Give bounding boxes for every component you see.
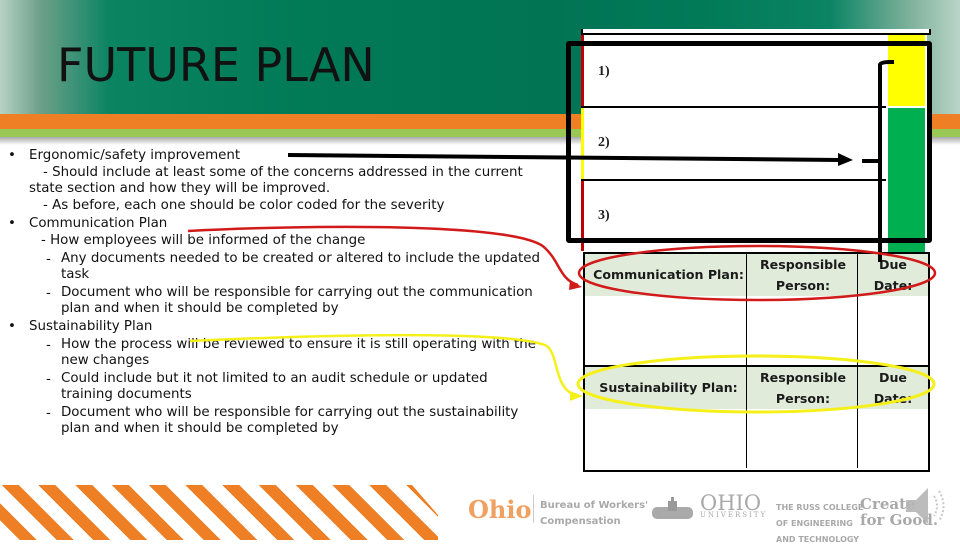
sub-item-line: How the process will be reviewed to ensu…	[61, 337, 536, 352]
sustainability-plan-header: Sustainability Plan:	[599, 380, 738, 395]
header-line: Person:	[775, 278, 831, 293]
sub-item-dash: -	[46, 406, 51, 421]
sub-item: - How the process will be reviewed to en…	[8, 337, 568, 369]
header-line: Date:	[873, 278, 913, 293]
ohio-university-logo: OHIO UNIVERSITY	[700, 491, 768, 520]
sub-item: - Should include at least some of the co…	[8, 165, 568, 197]
sub-item-line: - Should include at least some of the co…	[43, 165, 523, 180]
sub-item-dash: -	[46, 372, 51, 387]
sub-item: - As before, each one should be color co…	[8, 198, 568, 214]
bullet-dot: •	[8, 216, 16, 231]
sub-item-dash: -	[46, 252, 51, 267]
ohio-university-text: OHIO	[700, 491, 762, 515]
sub-item: - Document who will be responsible for c…	[8, 405, 568, 437]
bullet-label: Sustainability Plan	[29, 319, 153, 334]
bullet-label: Communication Plan	[29, 216, 168, 231]
sub-item: - How employees will be informed of the …	[8, 233, 568, 249]
sub-item-line: Document who will be responsible for car…	[61, 405, 519, 420]
slide-title: FUTURE PLAN	[57, 38, 375, 92]
sub-item-line: new changes	[61, 353, 150, 368]
due-date-header: Due Date:	[860, 367, 926, 409]
sub-item-dash: -	[46, 286, 51, 301]
column-divider	[857, 254, 858, 468]
bullet-communication: • Communication Plan	[8, 215, 568, 232]
yellow-arrow-head	[570, 391, 583, 401]
due-date-header: Due Date:	[860, 254, 926, 296]
header-line: Due	[879, 257, 907, 272]
ohio-logo-text: Ohio	[468, 495, 532, 524]
sub-item-line: Document who will be responsible for car…	[61, 285, 533, 300]
logo-divider	[533, 495, 534, 523]
sub-item-line: plan and when it should be completed by	[61, 421, 339, 436]
header-line: Responsible	[759, 257, 847, 272]
russ-college-line: OF ENGINEERING	[776, 519, 853, 528]
header-line: Due	[879, 370, 907, 385]
responsible-person-header: Responsible Person:	[748, 254, 858, 296]
russ-college-line: AND TECHNOLOGY	[776, 535, 860, 544]
responsible-person-header: Responsible Person:	[748, 367, 858, 409]
logo-subtitle-line: Bureau of Workers'	[540, 500, 649, 511]
red-arrow-head	[569, 280, 582, 290]
header-line: Responsible	[759, 370, 847, 385]
footer-hatch-pattern	[0, 485, 438, 540]
russ-college-line: THE RUSS COLLEGE	[776, 503, 864, 512]
sub-item-line: - As before, each one should be color co…	[43, 198, 445, 213]
sub-item: - Could include but it not limited to an…	[8, 371, 568, 403]
bullet-dot: •	[8, 148, 16, 163]
ohio-university-seal-icon	[650, 497, 695, 522]
column-divider	[746, 254, 747, 468]
communication-plan-header: Communication Plan:	[593, 267, 744, 282]
bwc-subtitle: Bureau of Workers' Compensation	[540, 498, 648, 530]
bullet-dot: •	[8, 319, 16, 334]
sub-item: - Any documents needed to be created or …	[8, 251, 568, 283]
logo-subtitle-line: Compensation	[540, 516, 621, 527]
sub-item-line: - How employees will be informed of the …	[41, 233, 366, 248]
sub-item-line: training documents	[61, 387, 192, 402]
sub-item-line: Could include but it not limited to an a…	[61, 371, 488, 386]
sub-item-line: task	[61, 267, 90, 282]
annotation-rectangle	[566, 41, 932, 243]
header-line: Date:	[873, 391, 913, 406]
bullet-list: • Ergonomic/safety improvement - Should …	[8, 146, 568, 437]
ohio-university-subtitle: UNIVERSITY	[700, 511, 768, 519]
speaker-icon[interactable]	[902, 482, 952, 530]
russ-college-logo: THE RUSS COLLEGE OF ENGINEERING AND TECH…	[776, 500, 863, 548]
sub-item: - Document who will be responsible for c…	[8, 285, 568, 317]
header-line: Person:	[775, 391, 831, 406]
sub-item-line: Any documents needed to be created or al…	[61, 251, 540, 266]
ohio-bwc-logo: Ohio	[468, 495, 531, 524]
bullet-label: Ergonomic/safety improvement	[29, 148, 241, 163]
plans-table: Communication Plan: Responsible Person: …	[583, 252, 930, 472]
sub-item-dash: -	[46, 338, 51, 353]
bullet-ergonomic: • Ergonomic/safety improvement	[8, 147, 568, 164]
sub-item-line: state section and how they will be impro…	[29, 181, 331, 196]
bullet-sustainability: • Sustainability Plan	[8, 318, 568, 335]
sub-item-line: plan and when it should be completed by	[61, 301, 339, 316]
